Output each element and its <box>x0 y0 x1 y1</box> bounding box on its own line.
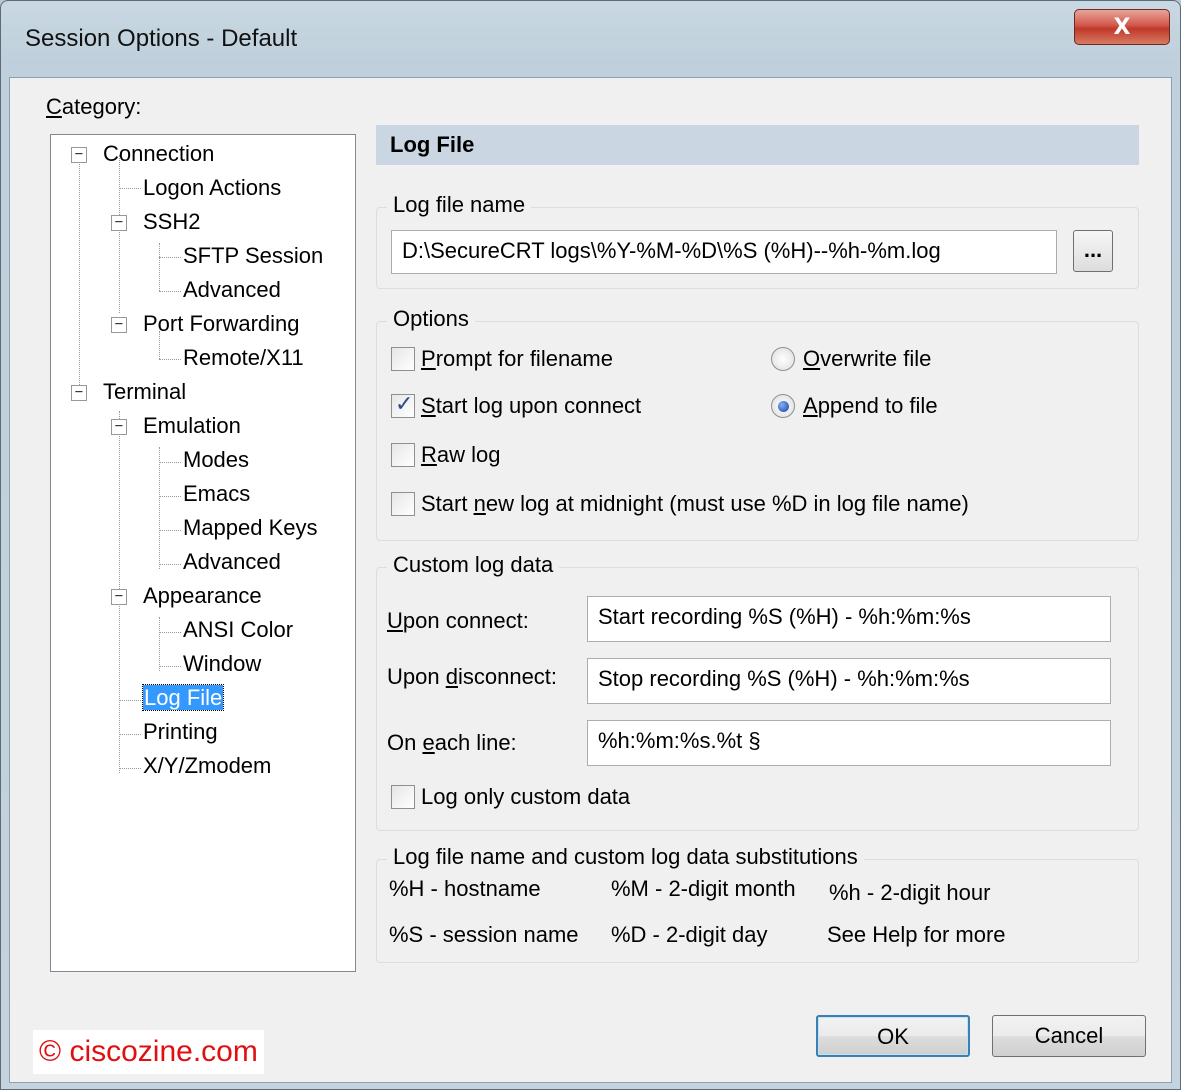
radio-circle[interactable] <box>771 394 795 418</box>
watermark: © ciscozine.com <box>33 1030 264 1074</box>
tree-line <box>159 564 181 565</box>
tree-line <box>119 188 141 189</box>
checkbox-box[interactable] <box>391 392 415 418</box>
tree-line <box>119 700 141 701</box>
tree-item-emulation[interactable]: Emulation <box>143 411 241 441</box>
window-title: Session Options - Default <box>25 25 298 52</box>
tree-item-sftp-session[interactable]: SFTP Session <box>183 241 323 271</box>
collapse-icon[interactable]: − <box>111 419 127 435</box>
upon-connect-label: Upon connect: <box>387 608 529 633</box>
start-log-upon-connect-checkbox[interactable]: Start log upon connect <box>391 391 641 421</box>
tree-line <box>119 155 120 313</box>
tree-line <box>79 155 80 395</box>
group-title: Options <box>387 306 475 332</box>
tree-item-advanced-emulation[interactable]: Advanced <box>183 547 281 577</box>
tree-item-printing[interactable]: Printing <box>143 717 218 747</box>
session-options-window: Session Options - Default X Category: − … <box>0 0 1181 1090</box>
tree-line <box>159 666 181 667</box>
on-each-line-label: On each line: <box>387 730 517 755</box>
collapse-icon[interactable]: − <box>111 317 127 333</box>
group-title: Log file name and custom log data substi… <box>387 844 864 870</box>
category-tree[interactable]: − Connection Logon Actions − SSH2 SFTP S… <box>50 134 356 972</box>
group-title: Custom log data <box>387 552 560 578</box>
tree-item-xyzmodem[interactable]: X/Y/Zmodem <box>143 751 271 781</box>
tree-line <box>159 632 181 633</box>
collapse-icon[interactable]: − <box>71 385 87 401</box>
tree-item-remote-x11[interactable]: Remote/X11 <box>183 343 304 373</box>
tree-line <box>159 243 160 291</box>
substitution-item: %M - 2-digit month <box>611 876 796 901</box>
checkbox-box[interactable] <box>391 443 415 467</box>
substitution-item: %D - 2-digit day <box>611 922 768 947</box>
start-new-log-at-midnight-checkbox[interactable]: Start new log at midnight (must use %D i… <box>391 489 969 519</box>
tree-item-advanced-ssh2[interactable]: Advanced <box>183 275 281 305</box>
tree-item-appearance[interactable]: Appearance <box>143 581 262 611</box>
options-group: Options Prompt for filename Start log up… <box>376 306 1139 541</box>
substitution-item: %h - 2-digit hour <box>829 880 991 905</box>
close-button[interactable]: X <box>1074 9 1170 45</box>
substitutions-group: Log file name and custom log data substi… <box>376 844 1139 963</box>
tree-item-port-forwarding[interactable]: Port Forwarding <box>143 309 300 339</box>
tree-item-window[interactable]: Window <box>183 649 261 679</box>
collapse-icon[interactable]: − <box>71 147 87 163</box>
checkbox-box[interactable] <box>391 347 415 371</box>
overwrite-file-radio[interactable]: Overwrite file <box>771 344 931 374</box>
tree-item-ssh2[interactable]: SSH2 <box>143 207 200 237</box>
tree-item-connection[interactable]: Connection <box>103 139 214 169</box>
tree-line <box>159 359 181 360</box>
radio-circle[interactable] <box>771 347 795 371</box>
tree-line <box>159 530 181 531</box>
substitution-item: %S - session name <box>389 922 579 947</box>
log-file-name-input[interactable]: D:\SecureCRT logs\%Y-%M-%D\%S (%H)--%h-%… <box>391 230 1057 274</box>
checkbox-box[interactable] <box>391 785 415 809</box>
panel-header: Log File <box>376 125 1139 165</box>
ok-button[interactable]: OK <box>816 1015 970 1057</box>
tree-line <box>159 291 181 292</box>
tree-item-logon-actions[interactable]: Logon Actions <box>143 173 281 203</box>
tree-line <box>159 447 160 569</box>
tree-item-emacs[interactable]: Emacs <box>183 479 250 509</box>
tree-line <box>119 768 141 769</box>
substitution-item: See Help for more <box>827 922 1006 947</box>
cancel-button[interactable]: Cancel <box>992 1015 1146 1057</box>
tree-item-mapped-keys[interactable]: Mapped Keys <box>183 513 318 543</box>
prompt-for-filename-checkbox[interactable]: Prompt for filename <box>391 344 613 374</box>
collapse-icon[interactable]: − <box>111 589 127 605</box>
category-label: Category: <box>46 94 142 119</box>
upon-disconnect-input[interactable]: Stop recording %S (%H) - %h:%m:%s <box>587 658 1111 704</box>
tree-item-log-file[interactable]: Log File <box>141 683 225 713</box>
tree-line <box>159 496 181 497</box>
tree-line <box>159 257 181 258</box>
append-to-file-radio[interactable]: Append to file <box>771 391 938 421</box>
custom-log-data-group: Custom log data Upon connect: Start reco… <box>376 552 1139 831</box>
tree-item-modes[interactable]: Modes <box>183 445 249 475</box>
collapse-icon[interactable]: − <box>111 215 127 231</box>
upon-connect-input[interactable]: Start recording %S (%H) - %h:%m:%s <box>587 596 1111 642</box>
log-only-custom-data-checkbox[interactable]: Log only custom data <box>391 782 630 812</box>
raw-log-checkbox[interactable]: Raw log <box>391 440 500 470</box>
group-title: Log file name <box>387 192 532 218</box>
upon-disconnect-label: Upon disconnect: <box>387 664 558 689</box>
browse-button[interactable]: ... <box>1073 230 1113 272</box>
tree-item-ansi-color[interactable]: ANSI Color <box>183 615 293 645</box>
title-bar[interactable]: Session Options - Default X <box>1 1 1180 77</box>
tree-item-terminal[interactable]: Terminal <box>103 377 186 407</box>
tree-line <box>159 462 181 463</box>
dialog-client-area: Category: − Connection Logon Actions − S… <box>9 77 1172 1083</box>
log-file-name-group: Log file name D:\SecureCRT logs\%Y-%M-%D… <box>376 192 1139 289</box>
on-each-line-input[interactable]: %h:%m:%s.%t § <box>587 720 1111 766</box>
tree-line <box>119 734 141 735</box>
substitution-item: %H - hostname <box>389 876 541 901</box>
tree-line <box>159 617 160 671</box>
checkbox-box[interactable] <box>391 492 415 516</box>
